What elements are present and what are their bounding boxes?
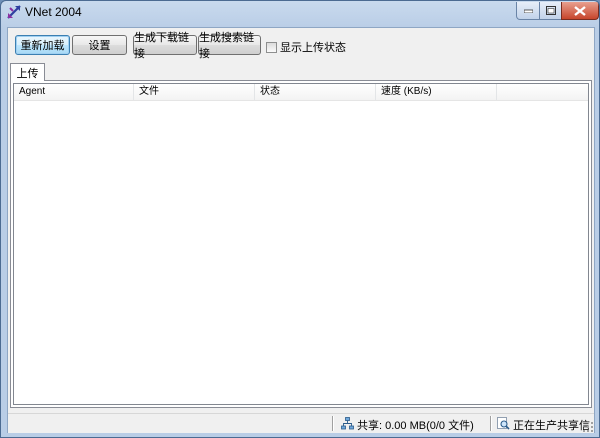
column-header-status[interactable]: 状态 — [255, 84, 376, 100]
generate-search-link-button[interactable]: 生成搜索链接 — [198, 32, 261, 60]
tab-panel-upload: Agent 文件 状态 速度 (KB/s) — [10, 80, 592, 408]
network-share-icon — [341, 417, 354, 430]
activity-status-text: 正在生产共享信 — [513, 420, 590, 432]
tab-upload[interactable]: 上传 — [10, 63, 45, 81]
generate-download-link-button[interactable]: 生成下载链接 — [133, 32, 197, 60]
status-bar: 共享: 0.00 MB(0/0 文件) 正在生产共享信 — [8, 413, 594, 433]
show-upload-status-label: 显示上传状态 — [280, 42, 346, 54]
main-window: VNet 2004 重新加载 设置 生成下载链接 生成搜索链接 显示上传状态 上… — [0, 0, 600, 438]
maximize-button[interactable] — [539, 2, 562, 20]
column-header-agent[interactable]: Agent — [14, 84, 134, 100]
client-area: 重新加载 设置 生成下载链接 生成搜索链接 显示上传状态 上传 Agent 文件… — [7, 27, 595, 433]
show-upload-status-checkbox[interactable] — [266, 41, 277, 53]
search-magnifier-icon — [497, 417, 510, 430]
tab-upload-label: 上传 — [16, 67, 39, 80]
settings-button[interactable]: 设置 — [72, 35, 127, 55]
generate-search-link-label: 生成搜索链接 — [199, 32, 254, 60]
status-separator — [332, 416, 333, 431]
settings-button-label: 设置 — [88, 40, 111, 52]
vnet-logo-icon — [7, 5, 21, 19]
minimize-icon — [523, 9, 533, 13]
minimize-button[interactable] — [516, 2, 540, 20]
generate-download-link-label: 生成下载链接 — [134, 32, 189, 60]
show-upload-status-option[interactable]: 显示上传状态 — [266, 39, 346, 55]
upload-list[interactable]: Agent 文件 状态 速度 (KB/s) — [13, 83, 589, 405]
title-bar[interactable]: VNet 2004 — [1, 1, 599, 23]
share-status-text: 共享: 0.00 MB(0/0 文件) — [357, 420, 474, 432]
close-button[interactable] — [561, 2, 599, 20]
column-header-file[interactable]: 文件 — [134, 84, 255, 100]
status-separator — [490, 416, 491, 431]
resize-grip-icon[interactable] — [583, 422, 593, 432]
reload-button[interactable]: 重新加载 — [15, 35, 70, 55]
list-header: Agent 文件 状态 速度 (KB/s) — [14, 84, 588, 101]
column-header-speed[interactable]: 速度 (KB/s) — [376, 84, 497, 100]
close-icon — [574, 5, 586, 16]
maximize-icon — [545, 6, 556, 15]
reload-button-label: 重新加载 — [20, 40, 65, 52]
window-title: VNet 2004 — [25, 5, 82, 19]
column-header-filler — [497, 84, 588, 100]
